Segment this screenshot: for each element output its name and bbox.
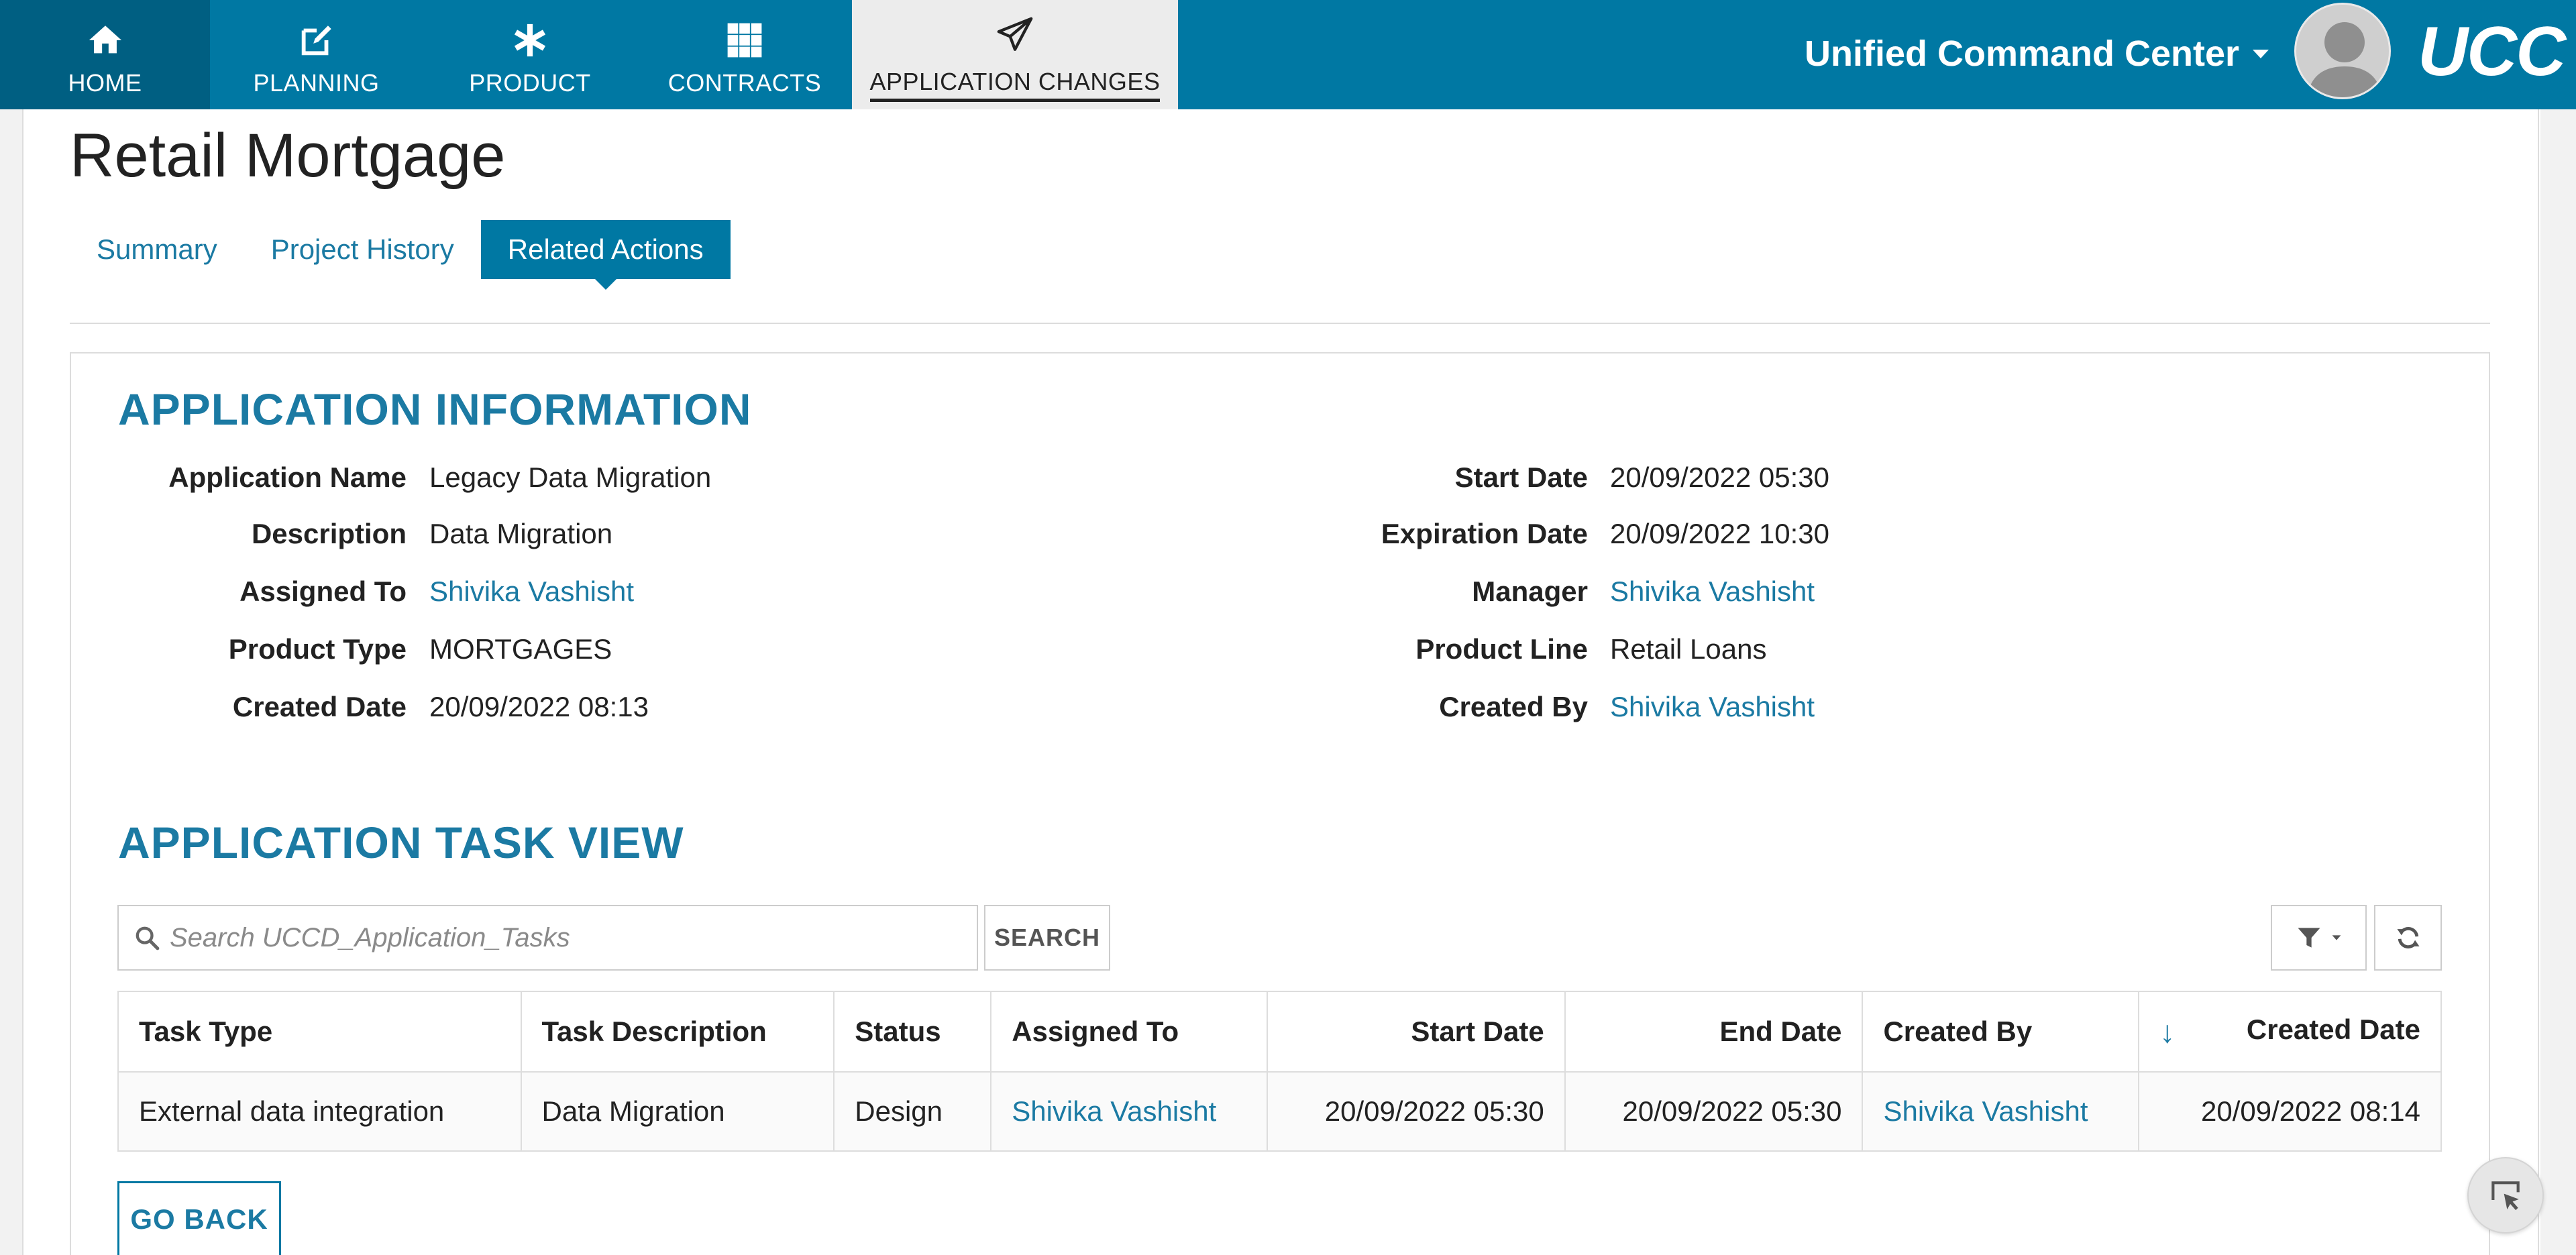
cell-created-by-link[interactable]: Shivika Vashisht [1862,1071,2140,1152]
table-header-row: Task Type Task Description Status Assign… [117,991,2442,1073]
task-table: Task Type Task Description Status Assign… [117,991,2442,1152]
field-label-created-date: Created Date [232,691,407,722]
column-header-created-date-label: Created Date [2246,1014,2420,1045]
cell-created-date: 20/09/2022 08:14 [2138,1071,2442,1152]
column-header-start-date[interactable]: Start Date [1266,991,1566,1073]
field-value-created-date: 20/09/2022 08:13 [429,691,649,722]
field-label-description: Description [251,518,407,549]
sort-descending-icon: ↓ [2159,1014,2176,1049]
field-label-expiration-date: Expiration Date [1381,518,1588,549]
home-icon [86,17,125,64]
refresh-button[interactable] [2374,905,2442,971]
nav-product[interactable]: PRODUCT [423,0,637,109]
grid-icon [725,17,764,64]
field-value-description: Data Migration [429,518,613,549]
field-label-application-name: Application Name [168,461,407,493]
record-tabs: Summary Project History Related Actions [70,220,731,290]
asterisk-icon [511,17,549,64]
manager-link[interactable]: Shivika Vashisht [1610,576,1815,608]
application-task-view-title: APPLICATION TASK VIEW [118,818,684,867]
nav-planning-label: PLANNING [253,68,380,97]
column-header-created-by[interactable]: Created By [1862,991,2140,1073]
nav-application-changes[interactable]: APPLICATION CHANGES [852,0,1178,109]
field-value-start-date: 20/09/2022 05:30 [1610,461,1829,493]
search-button[interactable]: SEARCH [984,905,1110,971]
field-label-manager: Manager [1472,576,1588,607]
tab-related-actions[interactable]: Related Actions [480,220,731,290]
application-information-title: APPLICATION INFORMATION [118,384,752,434]
cursor-select-icon [2491,1181,2520,1211]
column-header-created-date[interactable]: ↓ Created Date [2138,991,2442,1073]
ucc-logo: UCC [2418,13,2566,91]
field-label-start-date: Start Date [1454,461,1588,493]
nav-home[interactable]: HOME [0,0,210,109]
caret-down-icon [2253,49,2269,58]
refresh-icon [2397,927,2419,948]
created-by-link[interactable]: Shivika Vashisht [1610,691,1815,723]
field-label-created-by: Created By [1439,691,1588,722]
cell-end-date: 20/09/2022 05:30 [1564,1071,1864,1152]
field-label-product-line: Product Line [1415,633,1588,665]
table-row: External data integration Data Migration… [117,1071,2442,1152]
tab-divider [70,323,2490,324]
column-header-task-type[interactable]: Task Type [117,991,522,1073]
user-avatar[interactable] [2294,3,2391,99]
search-icon [136,926,160,950]
edit-icon [297,17,336,64]
chevron-down-icon [2332,935,2341,940]
nav-home-label: HOME [68,68,142,97]
floating-select-button[interactable] [2467,1157,2544,1234]
field-value-product-type: MORTGAGES [429,633,612,665]
brand-selector[interactable]: Unified Command Center [1805,27,2269,80]
right-gutter [2540,109,2576,1255]
nav-contracts[interactable]: CONTRACTS [637,0,852,109]
cell-status: Design [833,1071,992,1152]
left-gutter [0,109,22,1255]
nav-planning[interactable]: PLANNING [210,0,423,109]
cell-assigned-to-link[interactable]: Shivika Vashisht [990,1071,1268,1152]
paper-plane-icon [996,11,1034,58]
page-title: Retail Mortgage [70,121,506,190]
top-nav-bar: HOME PLANNING PRODUCT CONTRACTS APPLICAT… [0,0,2576,109]
nav-product-label: PRODUCT [469,68,591,97]
field-label-product-type: Product Type [228,633,407,665]
assigned-to-link[interactable]: Shivika Vashisht [429,576,634,608]
filter-button[interactable] [2271,905,2367,971]
go-back-button[interactable]: GO BACK [117,1181,281,1255]
search-input[interactable] [170,922,961,953]
filter-icon [2298,928,2320,948]
field-value-expiration-date: 20/09/2022 10:30 [1610,518,1829,549]
column-header-status[interactable]: Status [833,991,992,1073]
brand-name: Unified Command Center [1805,34,2240,74]
nav-contracts-label: CONTRACTS [667,68,822,97]
field-label-assigned-to: Assigned To [239,576,407,607]
column-header-assigned-to[interactable]: Assigned To [990,991,1268,1073]
tab-summary[interactable]: Summary [70,220,244,279]
column-header-task-description[interactable]: Task Description [520,991,835,1073]
nav-application-changes-label: APPLICATION CHANGES [869,68,1161,102]
cell-task-description: Data Migration [520,1071,835,1152]
cell-start-date: 20/09/2022 05:30 [1266,1071,1566,1152]
field-value-product-line: Retail Loans [1610,633,1767,665]
field-value-application-name: Legacy Data Migration [429,461,712,493]
column-header-end-date[interactable]: End Date [1564,991,1864,1073]
search-box [117,905,978,971]
tab-project-history[interactable]: Project History [244,220,481,279]
user-silhouette-icon [2296,5,2389,97]
cell-task-type: External data integration [117,1071,522,1152]
